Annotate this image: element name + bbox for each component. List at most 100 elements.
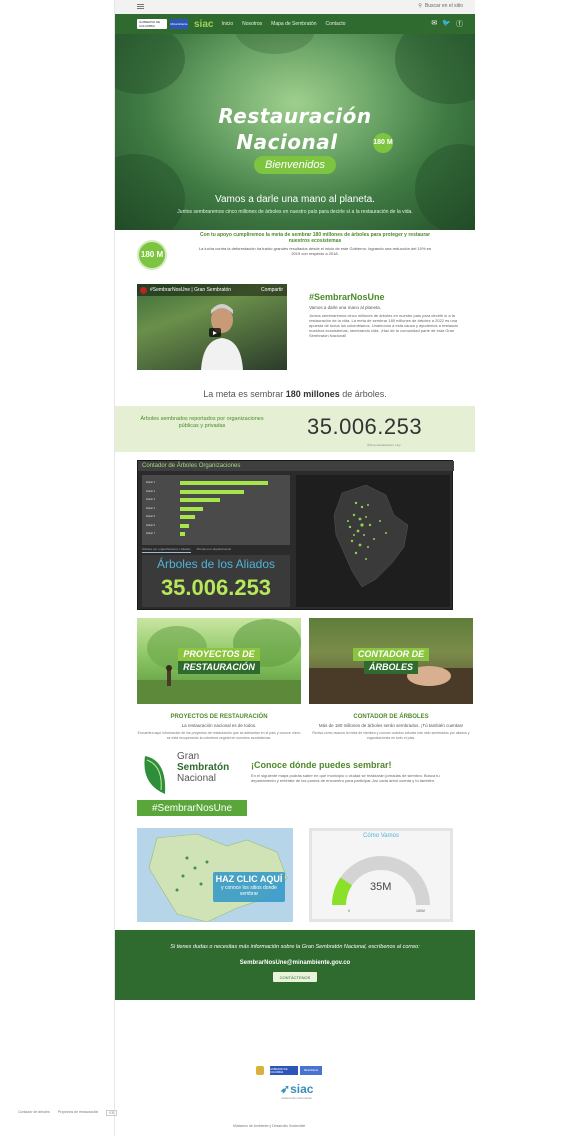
video-player[interactable]: #SembrarNosUne | Gran Sembratón Comparti… (137, 284, 287, 370)
search-placeholder[interactable]: Buscar en el sitio (425, 3, 463, 9)
bar-label: Aliado 6 (146, 523, 156, 527)
gauge-value: 35M (370, 881, 392, 893)
colombia-dots-map[interactable] (296, 475, 450, 607)
map-graphic (333, 484, 409, 588)
video-header: #SembrarNosUne | Gran Sembratón Comparti… (137, 284, 287, 296)
trees-dashboard[interactable]: Contador de Árboles Organizaciones Aliad… (137, 460, 454, 610)
gauge-max: 180M (416, 909, 425, 913)
social-links: ✉ 🐦 ⓕ (431, 19, 463, 29)
tree-counter-card-body: Revisa cómo avanza la meta de siembra y … (312, 731, 470, 740)
sowing-sites-map[interactable]: HAZ CLIC AQUÍ y conoce los sitios donde … (137, 828, 293, 922)
channel-icon (140, 286, 147, 294)
mail-icon[interactable]: ✉ (431, 19, 437, 29)
hero-title-line1: Restauración (218, 104, 372, 128)
contact-email[interactable]: SembrarNosUne@minambiente.gov.co (115, 960, 475, 966)
facebook-icon[interactable]: ⓕ (456, 19, 463, 29)
ally-bar[interactable] (180, 481, 269, 485)
minambiente-logo[interactable]: Minambiente (170, 19, 188, 29)
progress-gauge: Cómo Vamos 35M 0 180M (309, 828, 453, 922)
hero-badge: 180 M (373, 133, 393, 153)
contact-section: Si tienes dudas o necesitas más informac… (115, 930, 475, 1000)
tree-counter-card[interactable]: CONTADOR DE ÁRBOLES (309, 618, 473, 704)
contact-button[interactable]: CONTÁCTENOS (273, 972, 317, 982)
speaker-image (201, 304, 243, 370)
intro-headline: Con tu apoyo cumpliremos la meta de semb… (199, 232, 431, 244)
video-section-body: Juntos sembraremos cinco millones de árb… (309, 313, 458, 338)
page: ⚲ Buscar en el sitio GOBIERNO DE COLOMBI… (0, 0, 588, 1136)
video-channel-title: #SembrarNosUne | Gran Sembratón (150, 287, 232, 293)
footer-minambiente-logo[interactable]: Minambiente (300, 1066, 322, 1075)
stats-footnote: Última actualización: Hoy (367, 443, 401, 447)
main-nav: GOBIERNO DE COLOMBIA Minambiente siac In… (115, 14, 475, 34)
menu-icon[interactable] (137, 4, 144, 9)
nav-link-mapa[interactable]: Mapa de Sembratón (271, 21, 316, 27)
tree-counter-card-tag: CONTADOR DE ÁRBOLES (339, 648, 443, 674)
siac-logo-icon: ➶ (280, 1082, 291, 1096)
twitter-icon[interactable]: 🐦 (442, 19, 451, 29)
sow-location-body: En el siguiente mapa podrás saber en qué… (251, 773, 440, 783)
click-here-cta[interactable]: HAZ CLIC AQUÍ y conoce los sitios donde … (213, 872, 285, 902)
contact-text: Si tienes dudas o necesitas más informac… (170, 944, 420, 950)
hero-banner: Restauración Nacional 180 M Bienvenidos … (115, 34, 475, 230)
site-frame: ⚲ Buscar en el sitio GOBIERNO DE COLOMBI… (115, 0, 475, 1136)
footer-copyright: Ministerio de Ambiente y Desarrollo Sost… (233, 1124, 306, 1128)
restoration-card-subtitle: La restauración nacional es de todos. (181, 723, 257, 728)
video-section-subtitle: Vamos a darle una mano al planeta. (309, 305, 381, 310)
tab-organizaciones[interactable]: Árboles por organizaciones / Aliados (142, 547, 191, 553)
nav-link-contacto[interactable]: Contacto (325, 21, 345, 27)
bar-label: Aliado 3 (146, 498, 156, 501)
intro-logo: 180 M (137, 240, 167, 270)
footer-gov-logo[interactable]: GOBIERNO DE COLOMBIA (270, 1066, 298, 1075)
sow-location-title: ¡Conoce dónde puedes sembrar! (251, 760, 392, 770)
gauge-min: 0 (348, 909, 350, 913)
goal-statement: La meta es sembrar 180 millones de árbol… (203, 389, 387, 399)
welcome-pill: Bienvenidos (254, 156, 336, 174)
gov-logo[interactable]: GOBIERNO DE COLOMBIA (137, 19, 167, 29)
restoration-projects-card[interactable]: PROYECTOS DE RESTAURACIÓN (137, 618, 301, 704)
play-icon[interactable] (209, 328, 221, 337)
ally-bar[interactable] (180, 532, 186, 536)
ally-bar[interactable] (180, 523, 190, 528)
allies-total-value: 35.006.253 (160, 575, 272, 600)
language-selector[interactable]: ES (106, 1110, 118, 1116)
ally-bar[interactable] (180, 498, 220, 502)
gran-sembraton-logo: Gran Sembratón Nacional (137, 750, 247, 800)
footer-link-proyectos[interactable]: Proyectos de restauración (58, 1110, 99, 1116)
bar-label: Aliado 4 (146, 506, 156, 510)
footer-links: Contador de árboles Proyectos de restaur… (18, 1110, 118, 1116)
nav-link-nosotros[interactable]: Nosotros (242, 21, 262, 27)
stats-label: Árboles sembrados reportados por organiz… (140, 416, 264, 429)
ally-bar[interactable] (180, 489, 245, 494)
hashtag-banner: #SembrarNosUne (137, 800, 247, 816)
siac-logo[interactable]: siac (194, 19, 213, 30)
hero-title-line2: Nacional (236, 130, 338, 154)
dashboard-header: Contador de Árboles Organizaciones (138, 461, 454, 471)
restoration-card-tag: PROYECTOS DE RESTAURACIÓN (167, 648, 271, 674)
share-label[interactable]: Compartir (261, 287, 283, 293)
bar-label: Aliado 5 (146, 515, 156, 518)
restoration-card-body: Encuentra aquí información de los proyec… (137, 731, 301, 740)
nav-links: Inicio Nosotros Mapa de Sembratón Contac… (221, 21, 345, 27)
tab-departamento[interactable]: Árboles por departamento (197, 547, 232, 553)
tree-counter-card-subtitle: Más de 180 millones de árboles serán sem… (318, 723, 464, 728)
allies-bar-chart[interactable]: Aliado 1 Aliado 2 Aliado 3 Aliado 4 Aliado 5… (142, 475, 290, 545)
search-box[interactable]: ⚲ Buscar en el sitio (418, 3, 463, 9)
restoration-card-title[interactable]: PROYECTOS DE RESTAURACIÓN (137, 714, 301, 720)
allies-total-title: Árboles de los Aliados (156, 557, 276, 571)
gauge-arc (332, 856, 430, 906)
search-icon[interactable]: ⚲ (418, 3, 422, 9)
footer-siac-logo[interactable]: ➶siac sistema de información (280, 1082, 313, 1100)
coat-of-arms-icon (256, 1066, 264, 1075)
stats-value: 35.006.253 (307, 414, 423, 439)
nav-link-inicio[interactable]: Inicio (221, 21, 233, 27)
intro-body: La lucha contra la deforestación ha traí… (198, 246, 432, 256)
ally-bar[interactable] (180, 515, 195, 519)
bar-label: Aliado 7 (146, 532, 156, 535)
allies-total-card: Árboles de los Aliados 35.006.253 (142, 555, 290, 607)
tree-counter-card-title[interactable]: CONTADOR DE ÁRBOLES (309, 714, 473, 720)
stats-band: Árboles sembrados reportados por organiz… (115, 406, 475, 452)
footer-logos: GOBIERNO DE COLOMBIA Minambiente (256, 1066, 322, 1075)
dashboard-tabs: Árboles por organizaciones / Aliados Árb… (142, 547, 290, 553)
footer-link-contador[interactable]: Contador de árboles (18, 1110, 50, 1116)
ally-bar[interactable] (180, 506, 203, 511)
